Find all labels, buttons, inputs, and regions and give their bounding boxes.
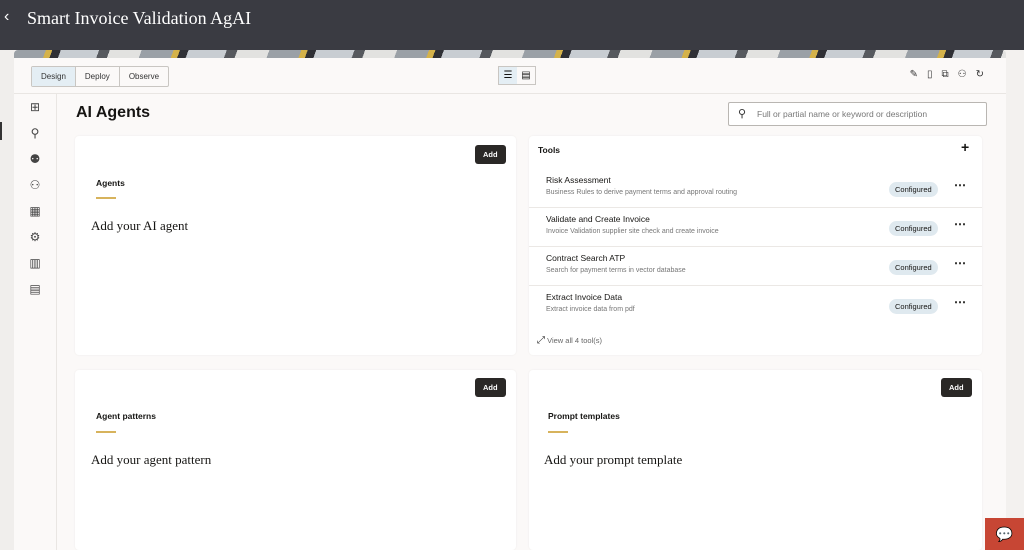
page-title: AI Agents [76,104,151,121]
empty-message: Add your AI agent [91,218,189,233]
search-icon: ⚲ [738,108,747,120]
toolbar: Design Deploy Observe ☰ ▤ ✎ ▯ ⧉ ⚇ ↻ [14,58,1006,94]
status-badge: Configured [889,299,938,314]
tool-description: Extract invoice data from pdf [546,306,635,313]
user-icon[interactable]: ⚇ [14,172,56,198]
tree-view-icon[interactable]: ▤ [517,67,535,84]
toolbar-actions: ✎ ▯ ⧉ ⚇ ↻ [910,69,984,80]
empty-message: Add your agent pattern [91,452,212,467]
report-icon[interactable]: ▥ [14,250,56,276]
tool-row[interactable]: Risk Assessment Business Rules to derive … [529,169,982,208]
tool-name: Validate and Create Invoice [546,214,650,224]
search-input[interactable]: ⚲ Full or partial name or keyword or des… [728,102,987,126]
tool-row[interactable]: Contract Search ATP Search for payment te… [529,247,982,286]
view-all-label: View all 4 tool(s) [547,336,602,345]
status-badge: Configured [889,182,938,197]
mode-deploy[interactable]: Deploy [76,67,120,86]
library-icon[interactable]: ▤ [14,276,56,302]
agents-icon[interactable]: ⚲ [14,120,56,146]
tools-icon[interactable]: ⚙ [14,224,56,250]
back-icon[interactable]: ‹ [4,8,9,26]
prompt-templates-card: Add Prompt templates Add your prompt tem… [529,370,982,550]
card-title: Agents [96,178,125,188]
tool-name: Extract Invoice Data [546,292,623,302]
chat-icon: 💬 [995,526,1014,542]
card-title: Prompt templates [548,411,620,421]
add-pattern-button[interactable]: Add [475,378,506,397]
more-icon[interactable]: ⋯ [954,295,966,309]
more-icon[interactable]: ⋯ [954,256,966,270]
title-underline [548,431,568,433]
title-underline [96,431,116,433]
tools-card: Tools + Risk Assessment Business Rules to… [529,136,982,355]
more-icon[interactable]: ⋯ [954,217,966,231]
tool-description: Search for payment terms in vector datab… [546,267,686,274]
add-tool-icon[interactable]: + [961,139,969,155]
expand-icon: ⤢ [537,335,545,346]
view-switcher: ☰ ▤ [498,66,536,85]
tool-row[interactable]: Extract Invoice Data Extract invoice data… [529,286,982,325]
mode-observe[interactable]: Observe [120,67,168,86]
user-settings-icon[interactable]: ⚇ [958,69,967,80]
add-prompt-button[interactable]: Add [941,378,972,397]
selected-indicator [0,122,2,140]
status-badge: Configured [889,260,938,275]
table-icon[interactable]: ▦ [14,198,56,224]
add-agent-button[interactable]: Add [475,145,506,164]
mode-design[interactable]: Design [32,67,76,86]
tool-name: Risk Assessment [546,175,611,185]
tool-row[interactable]: Validate and Create Invoice Invoice Valid… [529,208,982,247]
tool-description: Invoice Validation supplier site check a… [546,228,719,235]
card-title: Agent patterns [96,411,156,421]
background [0,50,14,550]
agent-team-icon[interactable]: ⚉ [14,146,56,172]
tool-name: Contract Search ATP [546,253,626,263]
status-badge: Configured [889,221,938,236]
export-icon[interactable]: ⧉ [942,69,949,80]
agents-card: Add Agents Add your AI agent [75,136,516,355]
tool-description: Business Rules to derive payment terms a… [546,189,738,196]
empty-message: Add your prompt template [544,452,683,467]
list-view-icon[interactable]: ☰ [499,67,517,84]
mode-switcher: Design Deploy Observe [31,66,170,87]
more-icon[interactable]: ⋯ [954,178,966,192]
dashboard-icon[interactable]: ⊞ [14,94,56,120]
card-title: Tools [538,145,561,155]
document-icon[interactable]: ▯ [927,69,933,80]
search-placeholder: Full or partial name or keyword or descr… [757,109,928,119]
edit-icon[interactable]: ✎ [910,69,918,80]
banner-stripe [14,50,1006,58]
sidebar: ⊞ ⚲ ⚉ ⚇ ▦ ⚙ ▥ ▤ [14,94,57,550]
app-title: Smart Invoice Validation AgAI [27,8,252,28]
refresh-icon[interactable]: ↻ [976,69,984,80]
app-header: ‹ Smart Invoice Validation AgAI [0,0,1024,50]
title-underline [96,197,116,199]
view-all-link[interactable]: ⤢ View all 4 tool(s) [537,335,602,346]
agent-patterns-card: Add Agent patterns Add your agent patter… [75,370,516,550]
chat-button[interactable]: 💬 [985,518,1024,550]
